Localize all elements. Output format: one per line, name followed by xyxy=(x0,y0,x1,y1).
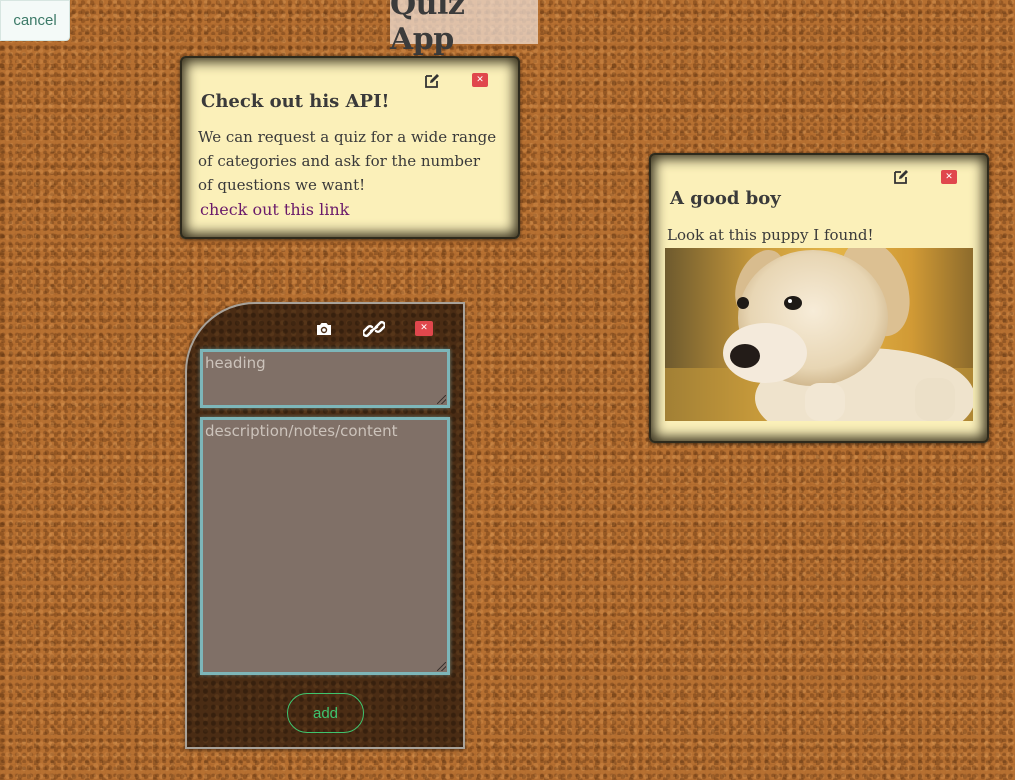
heading-input[interactable]: heading xyxy=(200,349,450,408)
camera-icon[interactable] xyxy=(315,321,333,341)
link-icon[interactable] xyxy=(362,319,386,343)
page-title: Quiz App xyxy=(390,0,538,57)
sticky-note: ✕ Check out his API! We can request a qu… xyxy=(180,56,520,239)
close-icon[interactable]: ✕ xyxy=(415,321,433,336)
edit-icon[interactable] xyxy=(423,72,441,90)
close-icon[interactable]: ✕ xyxy=(941,170,957,184)
add-button[interactable]: add xyxy=(287,693,364,733)
note-heading: Check out his API! xyxy=(201,91,390,112)
sticky-note: ✕ A good boy Look at this puppy I found! xyxy=(649,153,989,443)
puppy-photo xyxy=(665,248,973,421)
description-textarea[interactable]: description/notes/content xyxy=(200,417,450,675)
edit-icon[interactable] xyxy=(892,168,910,186)
resize-grip-icon[interactable] xyxy=(437,662,446,671)
resize-grip-icon[interactable] xyxy=(437,395,446,404)
new-note-form: ✕ heading description/notes/content add xyxy=(185,302,465,749)
note-link[interactable]: check out this link xyxy=(200,200,349,219)
description-placeholder: description/notes/content xyxy=(205,422,398,440)
note-description: Look at this puppy I found! xyxy=(667,226,874,244)
note-description: We can request a quiz for a wide range o… xyxy=(198,128,497,194)
cancel-button[interactable]: cancel xyxy=(0,0,70,41)
close-icon[interactable]: ✕ xyxy=(472,73,488,87)
heading-placeholder: heading xyxy=(205,354,266,372)
note-heading: A good boy xyxy=(670,188,781,209)
